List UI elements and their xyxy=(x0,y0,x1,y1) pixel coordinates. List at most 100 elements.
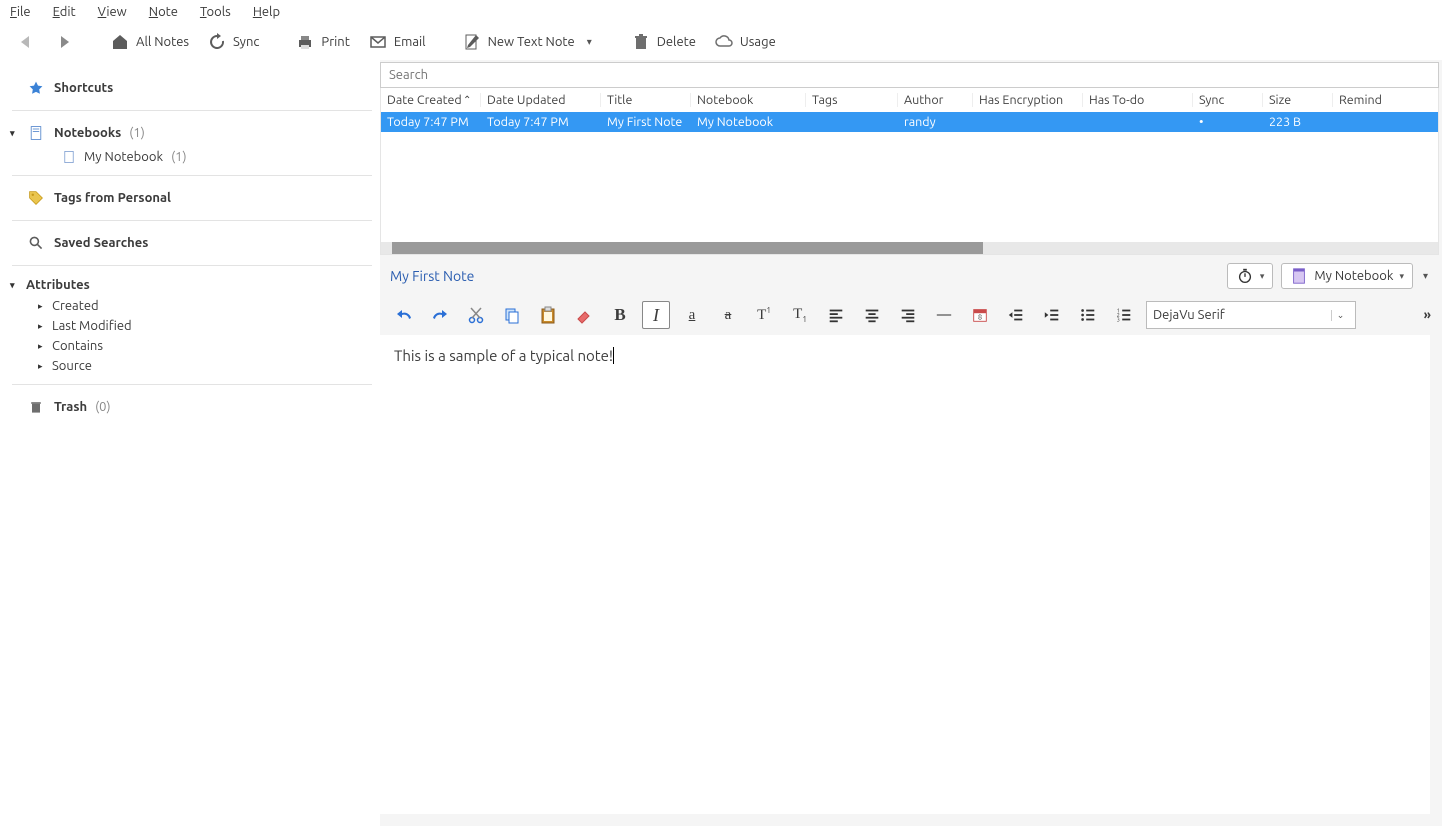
sidebar-saved-searches[interactable]: Saved Searches xyxy=(12,229,372,257)
sidebar-trash[interactable]: Trash (0) xyxy=(12,393,372,421)
all-notes-button[interactable]: All Notes xyxy=(104,28,195,56)
triangle-right-icon[interactable]: ▸ xyxy=(38,341,43,352)
email-button[interactable]: Email xyxy=(362,28,432,56)
col-date-created[interactable]: Date Created ⌃ xyxy=(381,93,481,107)
reminder-button[interactable]: ▾ xyxy=(1227,263,1274,289)
usage-button[interactable]: Usage xyxy=(708,28,782,56)
print-button[interactable]: Print xyxy=(289,28,355,56)
clipboard-icon xyxy=(538,305,558,325)
underline-button[interactable]: a xyxy=(678,301,706,329)
triangle-right-icon[interactable]: ▸ xyxy=(38,361,43,372)
align-center-button[interactable] xyxy=(858,301,886,329)
arrow-left-icon xyxy=(16,32,36,52)
menu-tools[interactable]: Tools xyxy=(200,5,231,19)
menu-help[interactable]: Help xyxy=(253,5,280,19)
menu-view[interactable]: View xyxy=(98,5,127,19)
sidebar-attr-last-modified[interactable]: ▸ Last Modified xyxy=(12,316,372,336)
notebooks-count: (1) xyxy=(129,126,145,140)
menu-note[interactable]: Note xyxy=(149,5,178,19)
number-list-button[interactable]: 123 xyxy=(1110,301,1138,329)
superscript-button[interactable]: T1 xyxy=(750,301,778,329)
chevron-down-icon[interactable]: ▾ xyxy=(581,36,595,48)
sidebar: Shortcuts ▾ Notebooks (1) My Notebook (1… xyxy=(0,60,380,826)
note-title[interactable]: My First Note xyxy=(390,268,474,284)
col-has-encryption[interactable]: Has Encryption xyxy=(973,93,1083,107)
sidebar-attr-created[interactable]: ▸ Created xyxy=(12,296,372,316)
note-editor[interactable]: This is a sample of a typical note! xyxy=(380,335,1430,814)
scissors-icon xyxy=(466,305,486,325)
new-text-note-button[interactable]: New Text Note ▾ xyxy=(456,28,601,56)
sidebar-notebooks[interactable]: ▾ Notebooks (1) xyxy=(12,119,372,147)
note-title-bar: My First Note ▾ My Notebook ▾ ▾ xyxy=(380,255,1442,297)
bold-button[interactable]: B xyxy=(606,301,634,329)
paste-button[interactable] xyxy=(534,301,562,329)
forward-button[interactable] xyxy=(48,28,80,56)
notebook-selector-button[interactable]: My Notebook ▾ xyxy=(1281,263,1413,289)
col-title[interactable]: Title xyxy=(601,93,691,107)
redo-button[interactable] xyxy=(426,301,454,329)
triangle-right-icon[interactable]: ▸ xyxy=(38,321,43,332)
redo-icon xyxy=(430,305,450,325)
chevron-down-icon: ▾ xyxy=(1260,271,1265,282)
sidebar-item-my-notebook[interactable]: My Notebook (1) xyxy=(12,147,372,167)
menu-file[interactable]: File xyxy=(10,5,31,19)
content-area: Date Created ⌃ Date Updated Title Notebo… xyxy=(380,60,1442,826)
search-input[interactable] xyxy=(381,63,1438,87)
note-row[interactable]: Today 7:47 PM Today 7:47 PM My First Not… xyxy=(381,112,1438,132)
bullet-list-button[interactable] xyxy=(1074,301,1102,329)
col-tags[interactable]: Tags xyxy=(806,93,898,107)
insert-date-button[interactable]: 8 xyxy=(966,301,994,329)
cell-sync: • xyxy=(1199,115,1204,129)
triangle-down-icon[interactable]: ▾ xyxy=(10,280,15,291)
print-label: Print xyxy=(321,35,349,49)
star-icon xyxy=(26,78,46,98)
col-size[interactable]: Size xyxy=(1263,93,1333,107)
col-date-updated[interactable]: Date Updated xyxy=(481,93,601,107)
eraser-icon xyxy=(574,305,594,325)
cut-button[interactable] xyxy=(462,301,490,329)
clear-format-button[interactable] xyxy=(570,301,598,329)
notebook-icon xyxy=(26,123,46,143)
copy-button[interactable] xyxy=(498,301,526,329)
tags-label: Tags from Personal xyxy=(54,191,171,205)
italic-button[interactable]: I xyxy=(642,301,670,329)
sidebar-attributes[interactable]: ▾ Attributes xyxy=(12,274,372,296)
horizontal-scrollbar[interactable] xyxy=(381,242,1438,254)
triangle-right-icon[interactable]: ▸ xyxy=(38,301,43,312)
format-toolbar: B I a a T1 T1 8 123 DejaVu Serif ⌄ » xyxy=(380,297,1442,335)
sidebar-attr-contains[interactable]: ▸ Contains xyxy=(12,336,372,356)
text-cursor xyxy=(613,347,614,364)
sidebar-attr-source[interactable]: ▸ Source xyxy=(12,356,372,376)
font-selector[interactable]: DejaVu Serif ⌄ xyxy=(1146,301,1356,329)
col-notebook[interactable]: Notebook xyxy=(691,93,806,107)
arrow-right-icon xyxy=(54,32,74,52)
sidebar-tags[interactable]: Tags from Personal xyxy=(12,184,372,212)
triangle-down-icon[interactable]: ▾ xyxy=(10,128,15,139)
subscript-button[interactable]: T1 xyxy=(786,301,814,329)
col-sync[interactable]: Sync xyxy=(1193,93,1263,107)
strikethrough-button[interactable]: a xyxy=(714,301,742,329)
note-more-button[interactable]: ▾ xyxy=(1413,270,1432,282)
toolbar-overflow-button[interactable]: » xyxy=(1424,308,1432,322)
col-remind[interactable]: Remind xyxy=(1333,93,1393,107)
main-toolbar: All Notes Sync Print Email New Text Note… xyxy=(0,24,1442,60)
indent-button[interactable] xyxy=(1038,301,1066,329)
notebooks-label: Notebooks xyxy=(54,126,121,140)
search-bar xyxy=(380,62,1439,88)
indent-icon xyxy=(1043,306,1061,324)
menu-edit[interactable]: Edit xyxy=(53,5,76,19)
horizontal-rule-button[interactable] xyxy=(930,301,958,329)
delete-button[interactable]: Delete xyxy=(625,28,702,56)
col-author[interactable]: Author xyxy=(898,93,973,107)
trash-icon xyxy=(631,32,651,52)
outdent-button[interactable] xyxy=(1002,301,1030,329)
align-right-button[interactable] xyxy=(894,301,922,329)
back-button[interactable] xyxy=(10,28,42,56)
sync-button[interactable]: Sync xyxy=(201,28,265,56)
trash-count: (0) xyxy=(95,400,111,414)
sidebar-shortcuts[interactable]: Shortcuts xyxy=(12,74,372,102)
undo-button[interactable] xyxy=(390,301,418,329)
align-left-button[interactable] xyxy=(822,301,850,329)
tag-icon xyxy=(26,188,46,208)
col-has-todo[interactable]: Has To-do xyxy=(1083,93,1193,107)
